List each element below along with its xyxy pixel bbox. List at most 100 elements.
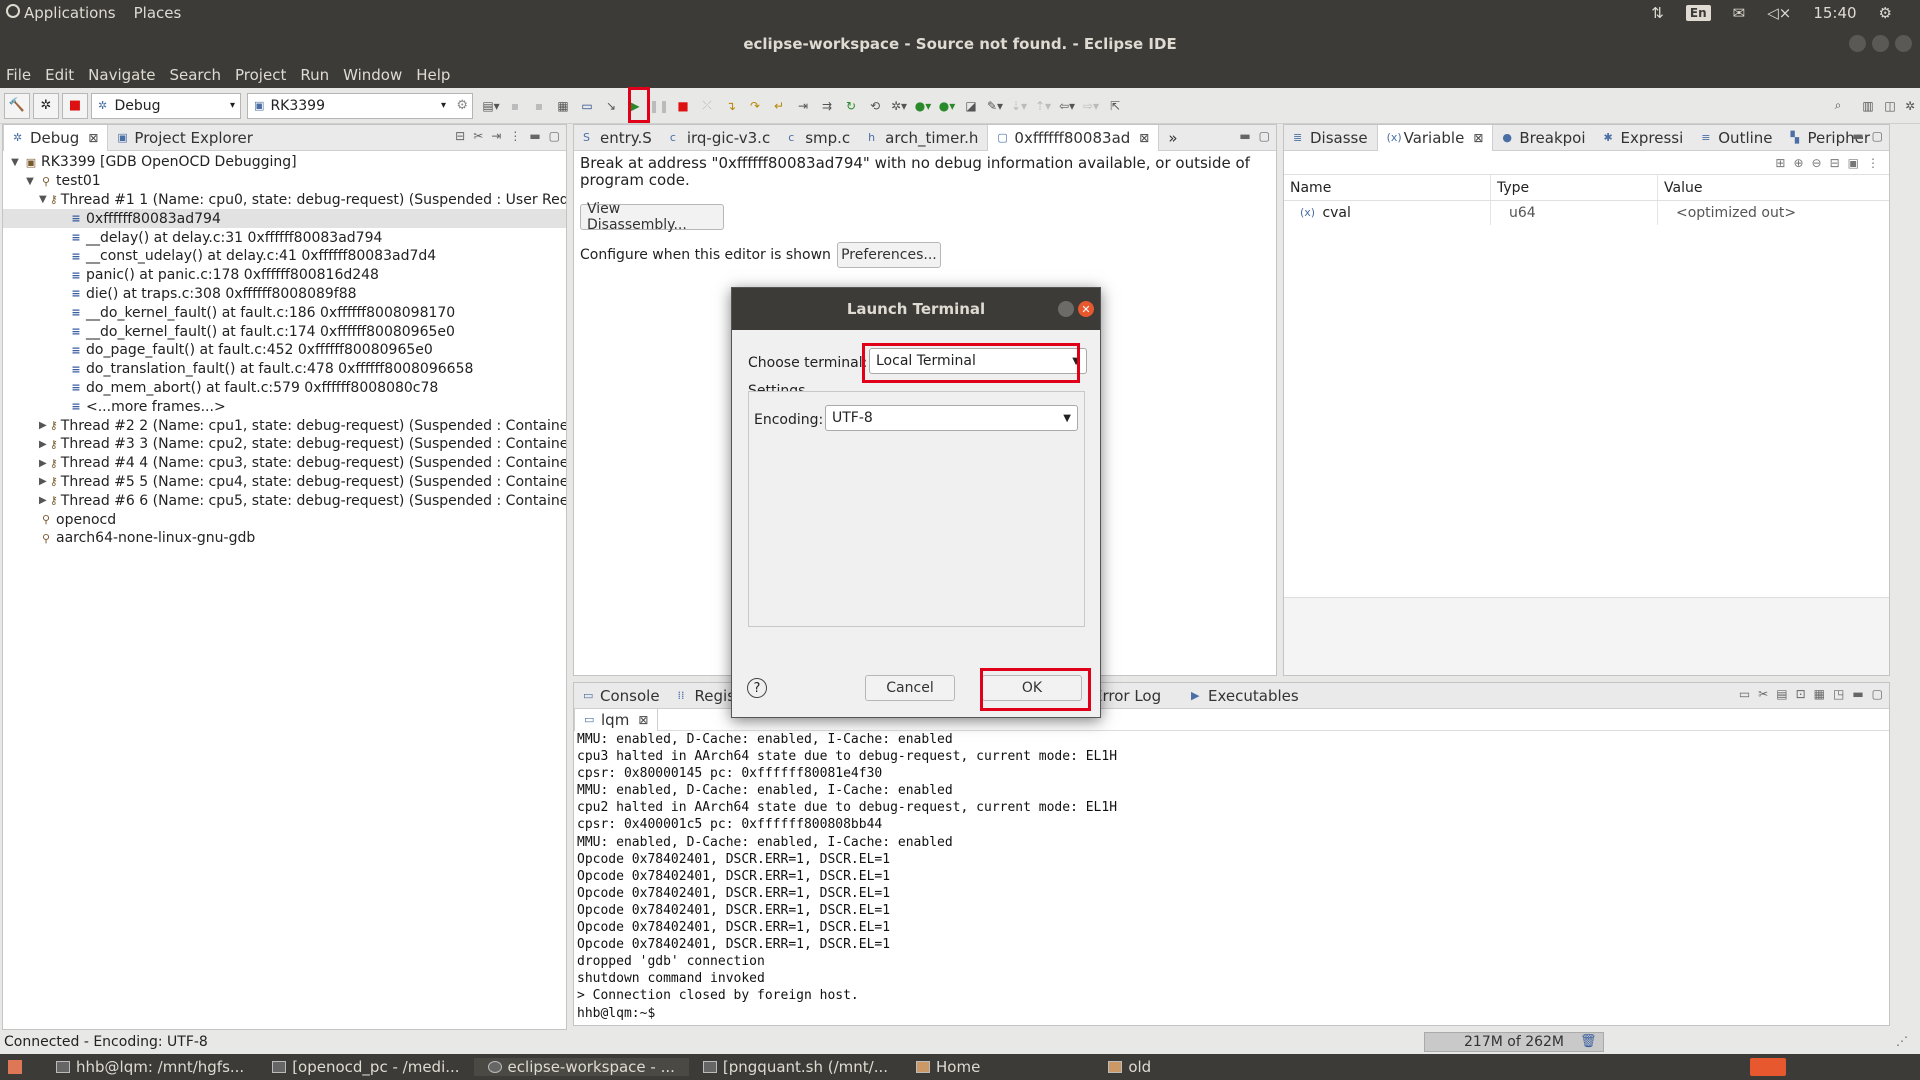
- maximize-icon[interactable]: ▢: [549, 129, 560, 143]
- collapsed-triangle-icon[interactable]: ▶: [39, 439, 47, 450]
- collapse-all-icon[interactable]: ⊟: [1830, 156, 1840, 170]
- mail-icon[interactable]: ✉: [1733, 4, 1746, 22]
- window-minimize-button[interactable]: [1849, 35, 1866, 52]
- close-icon[interactable]: ⊠: [88, 131, 98, 145]
- window-maximize-button[interactable]: [1872, 35, 1889, 52]
- show-type-names-icon[interactable]: ⊞: [1775, 156, 1785, 170]
- network-arrows-icon[interactable]: ⇅: [1651, 4, 1664, 22]
- debug-bug-icon[interactable]: ✲: [33, 92, 59, 119]
- save-all-icon[interactable]: ▪: [529, 96, 549, 116]
- tab-executables[interactable]: ▶ Executables: [1182, 683, 1308, 709]
- keyboard-lang-indicator[interactable]: En: [1685, 5, 1711, 21]
- thread-row[interactable]: ▶ ⚷ Thread #2 2 (Name: cpu1, state: debug-…: [3, 416, 566, 435]
- places-menu[interactable]: Places: [134, 4, 182, 22]
- open-type-icon[interactable]: ◪: [961, 96, 981, 116]
- external-tools-icon[interactable]: ●▾: [937, 96, 957, 116]
- expanded-triangle-icon[interactable]: ▼: [24, 176, 36, 187]
- minimize-icon[interactable]: ▬: [1852, 687, 1863, 701]
- collapsed-triangle-icon[interactable]: ▶: [39, 458, 47, 469]
- debug-perspective-icon[interactable]: ✲: [1900, 96, 1920, 116]
- task-terminal[interactable]: hhb@lqm: /mnt/hgfs...: [42, 1058, 258, 1076]
- new-console-icon[interactable]: ◳: [1833, 687, 1844, 701]
- terminal-output[interactable]: MMU: enabled, D-Cache: enabled, I-Cache:…: [574, 731, 1889, 1022]
- stack-frame-row[interactable]: ≡ die() at traps.c:308 0xffffff8008089f88: [3, 285, 566, 304]
- column-type[interactable]: Type: [1491, 175, 1658, 200]
- stack-frame-row[interactable]: ≡ <...more frames...>: [3, 397, 566, 416]
- collapse-all-icon[interactable]: ⊟: [455, 129, 465, 143]
- menu-run[interactable]: Run: [300, 66, 329, 84]
- tab-outline[interactable]: ≡ Outline: [1692, 125, 1781, 151]
- skip-breakpoints-icon[interactable]: ↘: [601, 96, 621, 116]
- memory-indicator[interactable]: 217M of 262M: [1424, 1032, 1604, 1052]
- column-value[interactable]: Value: [1658, 175, 1889, 200]
- print-icon[interactable]: ▦: [553, 96, 573, 116]
- display-selected-icon[interactable]: ▦: [1814, 687, 1825, 701]
- clock[interactable]: 15:40: [1813, 4, 1856, 22]
- help-icon[interactable]: ?: [747, 678, 767, 698]
- minimize-icon[interactable]: ▬: [529, 129, 540, 143]
- launch-mode-select[interactable]: ✲ Debug ▾: [91, 92, 241, 119]
- settings-gear-icon[interactable]: ⚙: [1879, 4, 1892, 22]
- task-eclipse[interactable]: eclipse-workspace - ...: [473, 1058, 689, 1076]
- cancel-button[interactable]: Cancel: [865, 675, 955, 701]
- thread-row[interactable]: ▶ ⚷ Thread #3 3 (Name: cpu2, state: debug-…: [3, 435, 566, 454]
- tab-irq-gic-v3[interactable]: c irq-gic-v3.c: [661, 125, 779, 151]
- tab-terminal-lqm[interactable]: ▭ lqm ⊠: [574, 708, 659, 731]
- save-icon[interactable]: ▪: [505, 96, 525, 116]
- cpp-perspective-icon[interactable]: ◫: [1880, 96, 1900, 116]
- debug-tree-item[interactable]: ▼ ⚲ test01: [3, 172, 566, 191]
- debug-tree-item[interactable]: ⚲ aarch64-none-linux-gnu-gdb: [3, 529, 566, 548]
- next-annotation-icon[interactable]: ⇣▾: [1009, 96, 1029, 116]
- run-icon[interactable]: ●▾: [913, 96, 933, 116]
- menu-file[interactable]: File: [6, 66, 31, 84]
- reset-icon[interactable]: ⟲: [865, 96, 885, 116]
- stack-frame-row[interactable]: ≡ do_translation_fault() at fault.c:478 0…: [3, 360, 566, 379]
- menu-project[interactable]: Project: [235, 66, 286, 84]
- tab-console[interactable]: ▭ Console: [574, 683, 669, 709]
- tab-overflow[interactable]: »: [1159, 125, 1186, 151]
- dialog-minimize-button[interactable]: [1058, 301, 1074, 317]
- task-old[interactable]: old: [1094, 1058, 1165, 1076]
- build-hammer-icon[interactable]: 🔨: [4, 92, 30, 119]
- tab-disassembly[interactable]: ≣ Disasse: [1284, 125, 1377, 151]
- thread-row[interactable]: ▶ ⚷ Thread #4 4 (Name: cpu3, state: debug-…: [3, 454, 566, 473]
- clear-console-icon[interactable]: ▤: [1776, 687, 1787, 701]
- collapsed-triangle-icon[interactable]: ▶: [39, 495, 47, 506]
- launch-config-select[interactable]: ▣ RK3399 ▾ ⚙: [247, 92, 473, 119]
- tab-arch-timer-h[interactable]: h arch_timer.h: [859, 125, 987, 151]
- dialog-close-button[interactable]: ✕: [1078, 301, 1094, 317]
- remove-global-icon[interactable]: ⊖: [1812, 156, 1822, 170]
- select-all-icon[interactable]: ▣: [1848, 156, 1859, 170]
- menu-navigate[interactable]: Navigate: [88, 66, 155, 84]
- view-disassembly-button[interactable]: View Disassembly...: [580, 201, 724, 233]
- thread-row[interactable]: ▼ ⚷ Thread #1 1 (Name: cpu0, state: debug-…: [3, 191, 566, 210]
- tab-expressions[interactable]: ✱ Expressi: [1595, 125, 1693, 151]
- tab-debug[interactable]: ✲ Debug ⊠: [3, 124, 109, 151]
- new-icon[interactable]: ▤▾: [481, 96, 501, 116]
- tab-project-explorer[interactable]: ▣ Project Explorer: [108, 125, 262, 151]
- minimize-icon[interactable]: ▬: [1852, 129, 1863, 143]
- maximize-icon[interactable]: ▢: [1872, 687, 1883, 701]
- task-home[interactable]: Home: [902, 1058, 994, 1076]
- debug-tree-item[interactable]: ▼ ▣ RK3399 [GDB OpenOCD Debugging]: [3, 153, 566, 172]
- variable-row[interactable]: (x) cval u64 <optimized out>: [1284, 201, 1889, 225]
- prev-annotation-icon[interactable]: ⇡▾: [1033, 96, 1053, 116]
- applications-menu[interactable]: Applications: [6, 4, 116, 22]
- collapsed-triangle-icon[interactable]: ▶: [39, 420, 47, 431]
- launch-config-settings-icon[interactable]: ⚙: [456, 98, 468, 113]
- close-icon[interactable]: ⊠: [1139, 131, 1149, 145]
- step-into-icon[interactable]: ↴: [721, 96, 741, 116]
- view-menu-icon[interactable]: ⋮: [509, 129, 521, 143]
- maximize-icon[interactable]: ▢: [1872, 129, 1883, 143]
- add-global-icon[interactable]: ⊕: [1793, 156, 1803, 170]
- volume-icon[interactable]: ◁×: [1767, 4, 1791, 22]
- remove-terminated-icon[interactable]: ✂: [473, 129, 483, 143]
- back-icon[interactable]: ⇦▾: [1057, 96, 1077, 116]
- suspend-icon[interactable]: ❚❚: [649, 96, 669, 116]
- thread-row[interactable]: ▶ ⚷ Thread #5 5 (Name: cpu4, state: debug-…: [3, 473, 566, 492]
- menu-search[interactable]: Search: [169, 66, 221, 84]
- tab-smp-c[interactable]: c smp.c: [779, 125, 859, 151]
- variable-details-pane[interactable]: [1284, 597, 1889, 675]
- debug-launch-icon[interactable]: ✲▾: [889, 96, 909, 116]
- stack-frame-row[interactable]: ≡ __delay() at delay.c:31 0xffffff80083ad…: [3, 228, 566, 247]
